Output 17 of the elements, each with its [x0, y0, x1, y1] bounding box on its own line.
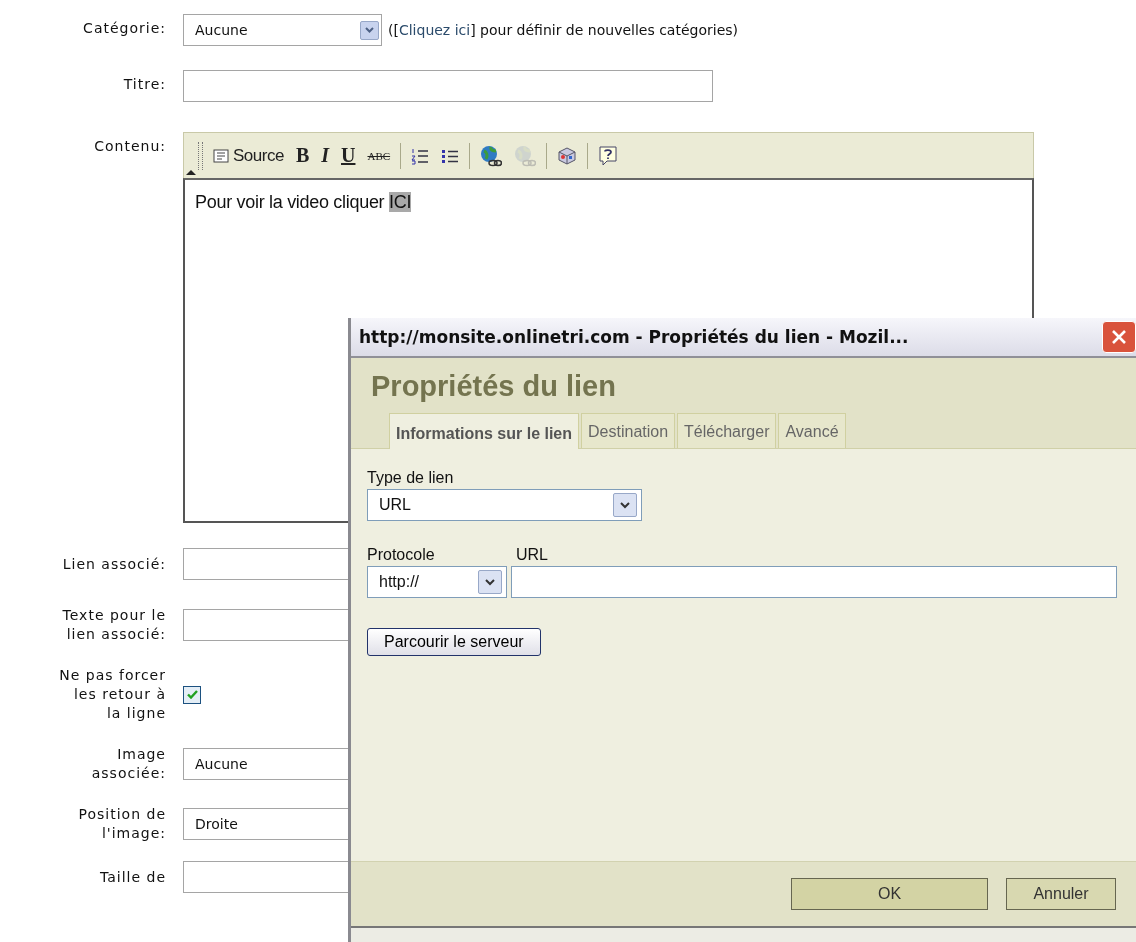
field-label: Ne pas forcer les retour à la ligne — [58, 666, 166, 723]
editor-content: Pour voir la video cliquer ICI — [195, 192, 412, 212]
field-label: Position de l'image: — [77, 805, 166, 843]
field-label: Taille de — [98, 867, 166, 887]
window-title: http://monsite.onlinetri.com - Propriétés du lien - Mozil... — [359, 327, 909, 347]
field-label: Texte pour le lien associé: — [61, 606, 166, 644]
field-label: Lien associé: — [61, 554, 166, 574]
selected-text: ICI — [389, 192, 412, 212]
protocol-label: Protocole — [367, 546, 436, 564]
dialog-heading: Propriétés du lien — [371, 370, 617, 403]
link-type-label: Type de lien — [367, 469, 454, 487]
field-label: Contenu: — [93, 137, 166, 156]
url-label: URL — [516, 546, 549, 564]
field-label: Titre: — [122, 75, 166, 94]
category-hint: ([Cliquez ici] pour définir de nouvelles catégories) — [388, 22, 738, 38]
field-label: Catégorie: — [82, 19, 166, 38]
field-label: Image associée: — [90, 745, 166, 783]
